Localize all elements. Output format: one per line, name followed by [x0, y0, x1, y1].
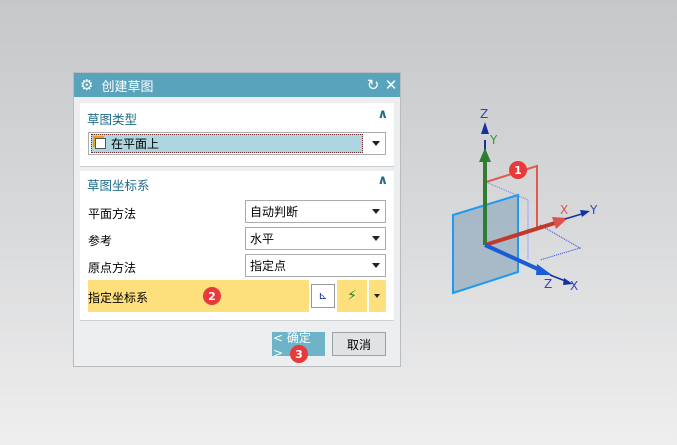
chevron-down-icon — [372, 141, 380, 146]
section-header-sketch-type[interactable]: 草图类型 — [87, 109, 137, 128]
reset-icon[interactable]: ↻ — [364, 76, 382, 94]
origin-method-label: 原点方法 — [88, 261, 137, 275]
plane-method-label: 平面方法 — [88, 207, 137, 221]
inferred-csys-button[interactable]: ⚡ — [337, 280, 367, 312]
y-axis-label: Y — [489, 133, 498, 147]
origin-method-value: 指定点 — [250, 259, 287, 273]
origin-method-dropdown[interactable]: 指定点 — [245, 254, 386, 277]
chevron-down-icon — [372, 263, 380, 268]
section-header-sketch-csys[interactable]: 草图坐标系 — [87, 175, 150, 194]
gear-icon[interactable]: ⚙ — [80, 76, 93, 94]
sketch-type-dropdown[interactable]: 在平面上 — [88, 132, 386, 155]
csys-triad-graphic[interactable]: Z Y X Y Z X — [440, 100, 620, 300]
create-sketch-dialog: ⚙ 创建草图 ↻ ✕ 草图类型 ∧ 在平面上 草图坐标系 ∧ 平面方法 自动判断… — [73, 72, 401, 367]
z2-axis-label: Z — [544, 277, 552, 291]
sketch-type-section: 草图类型 ∧ 在平面上 — [80, 103, 394, 167]
badge-1: 1 — [509, 161, 527, 179]
reference-dropdown[interactable]: 水平 — [245, 227, 386, 250]
specify-csys-row[interactable]: 指定坐标系 — [88, 280, 309, 312]
sketch-csys-section: 草图坐标系 ∧ 平面方法 自动判断 参考 水平 原点方法 指定点 指定坐标系 ⊾… — [80, 171, 394, 321]
collapse-icon[interactable]: ∧ — [377, 173, 388, 188]
z-axis-label: Z — [480, 107, 488, 121]
y2-axis-label: Y — [589, 203, 598, 217]
badge-2: 2 — [203, 287, 221, 305]
reference-label: 参考 — [88, 234, 113, 248]
x-axis-label: X — [560, 203, 568, 217]
dialog-title: 创建草图 — [101, 79, 154, 95]
sketch-type-value: 在平面上 — [111, 137, 160, 151]
close-icon[interactable]: ✕ — [382, 76, 400, 94]
dialog-titlebar: ⚙ 创建草图 ↻ ✕ — [74, 73, 400, 97]
plane-method-dropdown[interactable]: 自动判断 — [245, 200, 386, 223]
x2-axis-label: X — [570, 279, 578, 293]
chevron-down-icon — [372, 236, 380, 241]
plane-method-value: 自动判断 — [250, 205, 299, 219]
reference-value: 水平 — [250, 232, 275, 246]
csys-dialog-button[interactable]: ⊾ — [311, 284, 335, 308]
specify-csys-label: 指定坐标系 — [88, 291, 149, 305]
plane-outline-2 — [539, 224, 582, 261]
csys-options-dropdown[interactable] — [368, 280, 386, 312]
sketch-plane-icon — [95, 138, 106, 149]
collapse-icon[interactable]: ∧ — [377, 107, 388, 122]
cancel-button[interactable]: 取消 — [332, 332, 386, 356]
chevron-down-icon — [372, 209, 380, 214]
badge-3: 3 — [290, 345, 308, 363]
